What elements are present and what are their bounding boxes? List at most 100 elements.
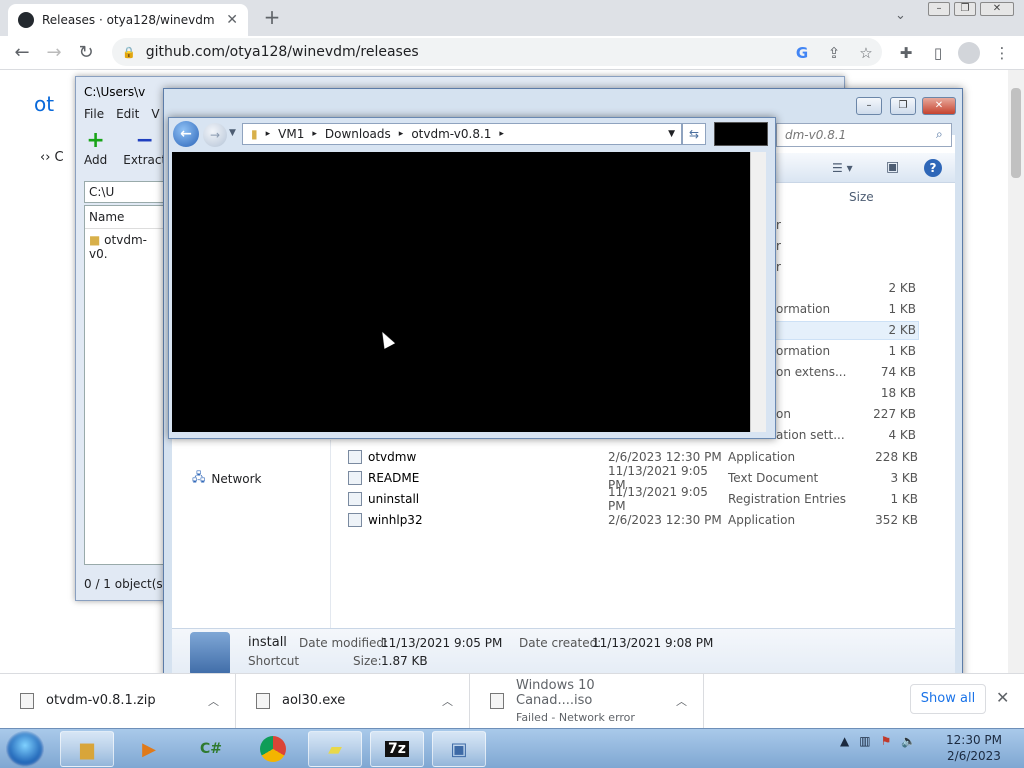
show-all-button[interactable]: Show all bbox=[910, 684, 986, 714]
sticky-notes-taskbar-icon[interactable]: ▰ bbox=[308, 731, 362, 767]
7zip-taskbar-icon[interactable]: 7z bbox=[370, 731, 424, 767]
side-panel-icon[interactable]: ▯ bbox=[928, 43, 948, 63]
row-size: 227 KB bbox=[873, 407, 916, 421]
chevron-up-icon[interactable]: ︿ bbox=[442, 693, 453, 709]
close-icon[interactable]: ✕ bbox=[996, 688, 1009, 707]
close-button[interactable]: ✕ bbox=[980, 2, 1014, 16]
volume-icon[interactable]: 🔈 bbox=[901, 734, 916, 748]
recent-pages-icon[interactable]: ▼ bbox=[229, 128, 236, 138]
registry-icon bbox=[348, 491, 362, 506]
new-tab-button[interactable]: + bbox=[260, 6, 284, 30]
column-name[interactable]: Name bbox=[85, 206, 163, 229]
list-item[interactable]: ■ otvdm-v0. bbox=[85, 229, 163, 265]
column-size[interactable]: Size bbox=[849, 190, 874, 204]
add-button[interactable]: + Add bbox=[84, 128, 107, 168]
extensions-icon[interactable]: ✚ bbox=[896, 43, 916, 63]
restore-button[interactable]: ❐ bbox=[954, 2, 976, 16]
7zip-path-field[interactable]: C:\U bbox=[84, 181, 174, 203]
breadcrumb-downloads[interactable]: Downloads bbox=[325, 127, 391, 141]
minimize-button[interactable]: – bbox=[928, 2, 950, 16]
explorer-maximize-button[interactable]: ❐ bbox=[890, 97, 916, 115]
download-item[interactable]: aol30.exe ︿ bbox=[236, 673, 470, 728]
zip-file-icon bbox=[20, 692, 34, 709]
menu-view[interactable]: V bbox=[151, 107, 159, 121]
start-button[interactable] bbox=[6, 731, 44, 767]
forward-arrow-icon[interactable]: → bbox=[203, 123, 227, 147]
address-dropdown-icon[interactable]: ▼ bbox=[668, 129, 675, 139]
media-player-taskbar-icon[interactable]: ▶ bbox=[122, 731, 176, 767]
network-icon: 🖧 bbox=[192, 470, 206, 484]
network-tray-icon[interactable]: ▥ bbox=[859, 734, 870, 748]
iso-file-icon bbox=[490, 692, 504, 709]
tab-title: Releases · otya128/winevdm bbox=[42, 13, 215, 27]
table-row[interactable]: uninstall 11/13/2021 9:05 PM Registration… bbox=[348, 485, 918, 513]
star-icon[interactable]: ☆ bbox=[856, 43, 876, 63]
github-icon bbox=[18, 12, 34, 28]
popup-scrollbar[interactable] bbox=[750, 152, 766, 432]
plus-icon: + bbox=[86, 128, 105, 153]
view-options-icon[interactable]: ☰ ▾ bbox=[832, 161, 853, 175]
download-item[interactable]: Windows 10 Canad....iso Failed - Network… bbox=[470, 673, 704, 728]
help-icon[interactable]: ? bbox=[924, 159, 942, 177]
minus-icon: − bbox=[135, 128, 154, 153]
menu-icon[interactable]: ⋮ bbox=[992, 43, 1012, 63]
share-icon[interactable]: ⇪ bbox=[824, 43, 844, 63]
page-title-fragment: ot bbox=[34, 92, 55, 116]
chrome-taskbar-icon[interactable] bbox=[246, 731, 300, 767]
profile-avatar[interactable] bbox=[958, 42, 980, 64]
chevron-up-icon[interactable]: ︿ bbox=[208, 693, 219, 709]
breadcrumb-otvdm[interactable]: otvdm-v0.8.1 bbox=[411, 127, 491, 141]
address-bar[interactable]: 🔒 github.com/otya128/winevdm/releases bbox=[112, 38, 882, 66]
details-kind: Shortcut bbox=[248, 654, 300, 668]
explorer-taskbar-icon[interactable]: ▆ bbox=[60, 731, 114, 767]
explorer-close-button[interactable]: ✕ bbox=[922, 97, 956, 115]
forward-arrow-icon[interactable]: → bbox=[42, 42, 66, 64]
nav-item-network[interactable]: 🖧 Network bbox=[192, 468, 262, 489]
download-item[interactable]: otvdm-v0.8.1.zip ︿ bbox=[0, 673, 236, 728]
extract-button[interactable]: − Extract bbox=[123, 128, 166, 168]
google-icon[interactable]: G bbox=[792, 43, 812, 63]
taskbar-clock[interactable]: 12:30 PM 2/6/2023 bbox=[944, 732, 1004, 764]
row-type-fragment: r bbox=[776, 239, 781, 253]
preview-pane-icon[interactable]: ▣ bbox=[886, 159, 899, 175]
popup-black-area[interactable] bbox=[172, 152, 750, 432]
table-row[interactable]: winhlp32 2/6/2023 12:30 PM Application 352… bbox=[348, 509, 918, 530]
text-document-icon bbox=[348, 470, 362, 485]
action-center-icon[interactable]: ⚑ bbox=[881, 734, 892, 748]
tab-search-icon[interactable]: ⌄ bbox=[895, 8, 906, 23]
7zip-file-list[interactable]: Name ■ otvdm-v0. bbox=[84, 205, 164, 565]
menu-edit[interactable]: Edit bbox=[116, 107, 139, 121]
csharp-taskbar-icon[interactable]: C# bbox=[184, 731, 238, 767]
chevron-up-icon[interactable]: ︿ bbox=[676, 693, 687, 709]
nav-pane-divider[interactable] bbox=[330, 440, 331, 628]
exe-file-icon bbox=[256, 692, 270, 709]
explorer-search-input[interactable]: dm-v0.8.1 bbox=[776, 123, 952, 147]
row-type-fragment: r bbox=[776, 218, 781, 232]
details-size-value: 1.87 KB bbox=[381, 654, 428, 668]
popup-corner-artifact bbox=[714, 122, 768, 146]
row-size: 2 KB bbox=[888, 281, 916, 295]
refresh-icon[interactable]: ⇆ bbox=[682, 123, 706, 145]
page-scroll-thumb[interactable] bbox=[1011, 88, 1021, 178]
browser-tab[interactable]: Releases · otya128/winevdm ✕ bbox=[8, 4, 248, 36]
lock-icon: 🔒 bbox=[122, 45, 136, 59]
menu-file[interactable]: File bbox=[84, 107, 104, 121]
explorer-minimize-button[interactable]: – bbox=[856, 97, 882, 115]
7zip-toolbar: + Add − Extract bbox=[84, 128, 166, 168]
7zip-title: C:\Users\v bbox=[84, 85, 146, 99]
back-arrow-icon[interactable]: ← bbox=[10, 42, 34, 64]
row-size: 1 KB bbox=[888, 344, 916, 358]
show-hidden-icons-icon[interactable]: ▲ bbox=[840, 734, 849, 748]
search-icon[interactable]: ⌕ bbox=[936, 127, 943, 142]
folder-icon: ▮ bbox=[251, 127, 258, 141]
row-size: 1 KB bbox=[888, 302, 916, 316]
installer-taskbar-icon[interactable]: ▣ bbox=[432, 731, 486, 767]
back-arrow-icon[interactable]: ← bbox=[173, 121, 199, 147]
popup-address-bar[interactable]: ▮ ▸ VM1 ▸ Downloads ▸ otvdm-v0.8.1 ▸ ▼ bbox=[242, 123, 682, 145]
help-app-icon bbox=[348, 512, 362, 527]
row-type-fragment: r bbox=[776, 260, 781, 274]
tab-close-icon[interactable]: ✕ bbox=[226, 12, 238, 28]
code-tab-fragment[interactable]: ‹› C bbox=[40, 150, 64, 165]
breadcrumb-vm1[interactable]: VM1 bbox=[278, 127, 304, 141]
reload-icon[interactable]: ↻ bbox=[74, 42, 98, 64]
